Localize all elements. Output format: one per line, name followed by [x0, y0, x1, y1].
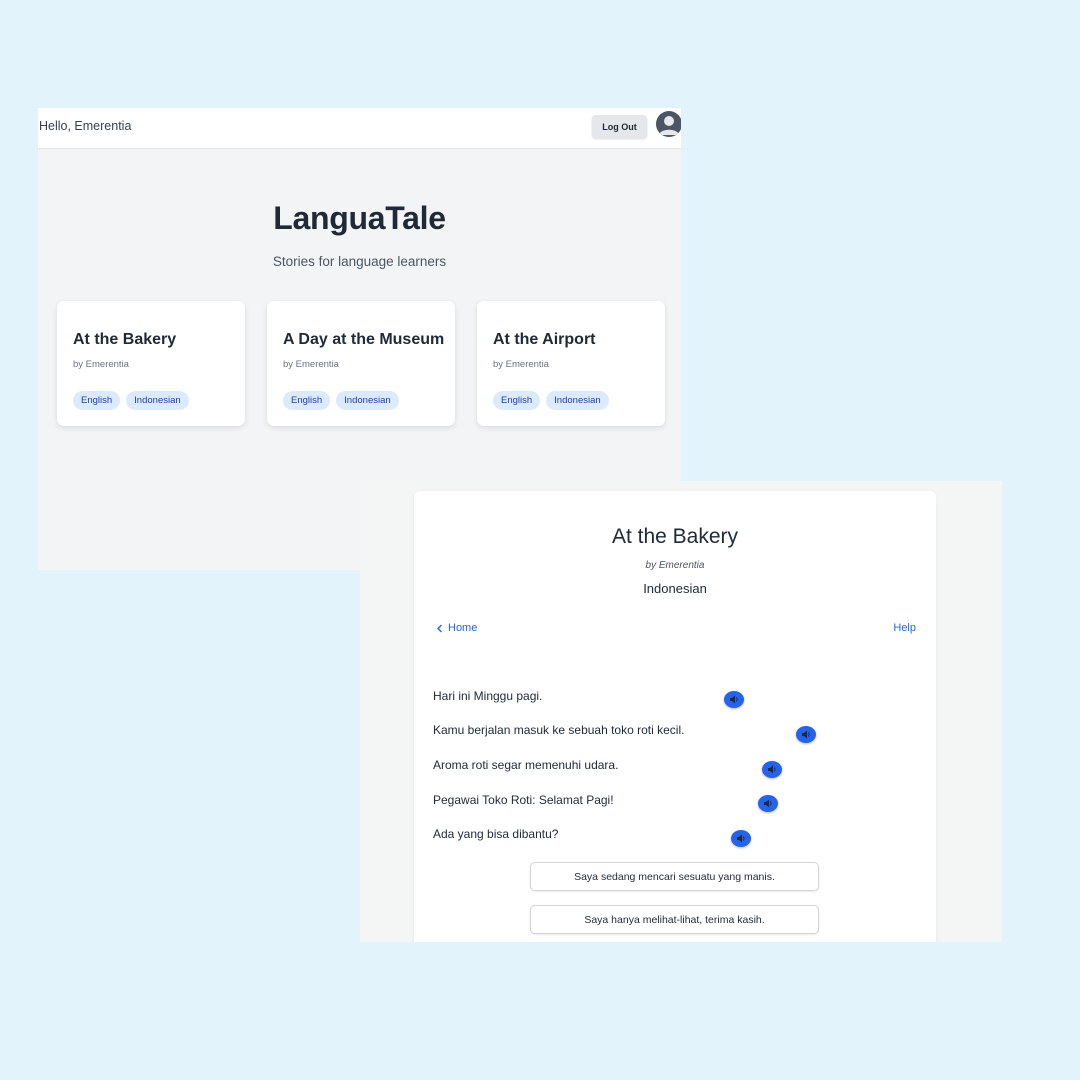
- speaker-icon[interactable]: [762, 761, 782, 778]
- story-line: Pegawai Toko Roti: Selamat Pagi!: [433, 793, 614, 807]
- story-card[interactable]: A Day at the Museum by Emerentia English…: [267, 301, 455, 426]
- story-line: Kamu berjalan masuk ke sebuah toko roti …: [433, 723, 685, 737]
- story-screen: At the Bakery by Emerentia Indonesian Ho…: [360, 481, 1002, 942]
- story-language: Indonesian: [643, 581, 707, 596]
- story-card-title: At the Airport: [493, 331, 596, 348]
- language-tags: English Indonesian: [73, 391, 189, 410]
- story-card[interactable]: At the Bakery by Emerentia English Indon…: [57, 301, 245, 426]
- help-link[interactable]: Help: [893, 622, 916, 634]
- story-card[interactable]: At the Airport by Emerentia English Indo…: [477, 301, 665, 426]
- choice-button[interactable]: Saya hanya melihat-lihat, terima kasih.: [530, 905, 819, 934]
- story-author: by Emerentia: [645, 560, 705, 571]
- user-avatar-icon[interactable]: [656, 111, 681, 137]
- language-tags: English Indonesian: [283, 391, 399, 410]
- speaker-icon[interactable]: [758, 795, 778, 812]
- home-link[interactable]: Home: [436, 622, 477, 634]
- logout-button[interactable]: Log Out: [592, 115, 647, 138]
- story-card-title: At the Bakery: [73, 331, 177, 348]
- story-card-author: by Emerentia: [283, 359, 339, 370]
- language-tag: Indonesian: [336, 391, 399, 410]
- story-panel: At the Bakery by Emerentia Indonesian Ho…: [414, 491, 936, 942]
- story-card-author: by Emerentia: [493, 359, 549, 370]
- story-line: Ada yang bisa dibantu?: [433, 827, 559, 841]
- home-link-label: Home: [448, 622, 478, 634]
- greeting-text: Hello, Emerentia: [39, 119, 132, 133]
- choice-button[interactable]: Saya sedang mencari sesuatu yang manis.: [530, 862, 819, 891]
- top-bar: Hello, Emerentia Log Out: [38, 108, 681, 149]
- language-tag: English: [283, 391, 331, 410]
- story-card-title: A Day at the Museum: [283, 331, 445, 348]
- story-line: Aroma roti segar memenuhi udara.: [433, 758, 619, 772]
- speaker-icon[interactable]: [724, 691, 744, 708]
- language-tag: Indonesian: [546, 391, 609, 410]
- story-card-author: by Emerentia: [73, 359, 129, 370]
- language-tag: English: [73, 391, 121, 410]
- story-line: Hari ini Minggu pagi.: [433, 689, 543, 703]
- speaker-icon[interactable]: [731, 830, 751, 847]
- chevron-left-icon: [437, 624, 442, 632]
- language-tag: English: [493, 391, 541, 410]
- app-subtitle: Stories for language learners: [272, 254, 447, 269]
- story-title: At the Bakery: [611, 525, 739, 548]
- speaker-icon[interactable]: [796, 726, 816, 743]
- app-title: LanguaTale: [273, 200, 446, 236]
- language-tags: English Indonesian: [493, 391, 609, 410]
- language-tag: Indonesian: [126, 391, 189, 410]
